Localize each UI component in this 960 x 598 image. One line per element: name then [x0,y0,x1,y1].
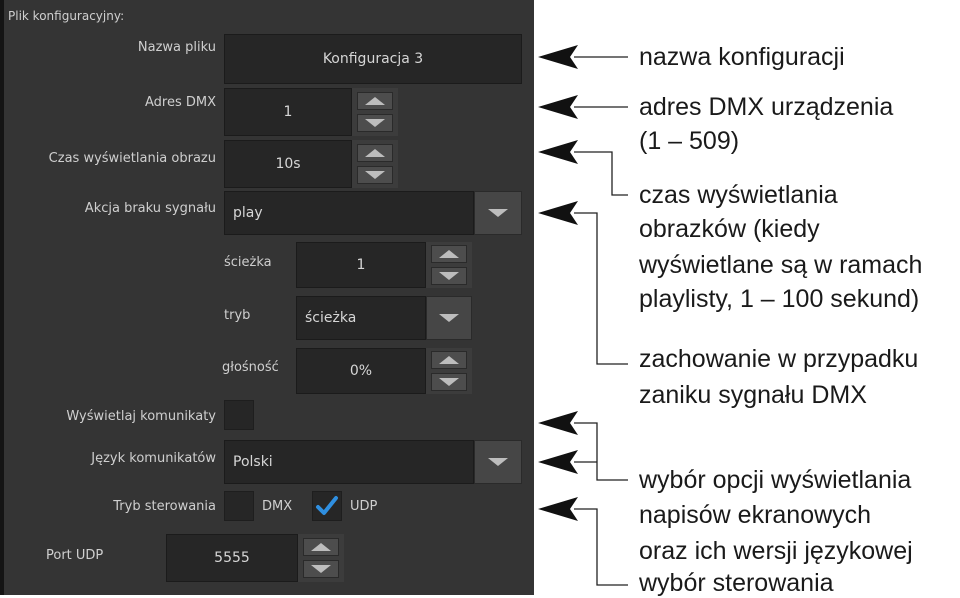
annotation-msg-line3: oraz ich wersji językowej [639,537,913,565]
annotation-dmx-line2: (1 – 509) [639,127,740,155]
annotation-dmx-line1: adres DMX urządzenia [639,93,894,121]
annotation-signal-line1: zachowanie w przypadku [639,345,919,373]
callout-line-7 [574,508,628,586]
annotation-msg-line1: wybór opcji wyświetlania [639,466,912,494]
annotation-time-line2: obrazków (kiedy [639,215,820,243]
callout-line-3 [574,151,628,196]
annotation-config-name: nazwa konfiguracji [639,43,845,71]
annotation-signal-line2: zaniku sygnału DMX [639,381,867,409]
annotation-time-line1: czas wyświetlania [639,181,838,209]
annotation-time-line4: playlisty, 1 – 100 sekund) [639,285,920,313]
annotation-msg-line2: napisów ekranowych [639,501,872,529]
callout-line-5 [574,422,628,481]
callout-arrow-5 [538,411,578,435]
callout-arrow-1 [538,45,578,69]
callout-arrow-3 [538,140,578,164]
callout-arrow-4 [538,201,578,225]
annotation-time-line3: wyświetlane są w ramach [639,251,923,279]
annotation-control-line1: wybór sterowania [639,569,834,597]
callout-arrow-2 [538,95,578,119]
callout-line-4 [574,212,628,365]
callout-arrow-6 [538,450,578,474]
callout-arrow-7 [538,497,578,521]
